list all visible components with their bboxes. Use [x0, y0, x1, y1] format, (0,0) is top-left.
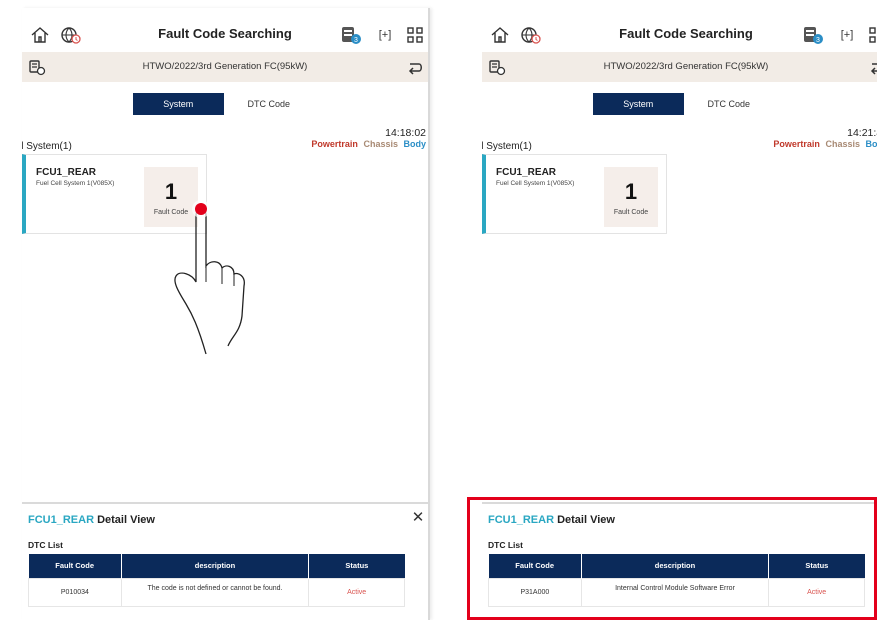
legend-body[interactable]: Body [866, 139, 877, 149]
expand-icon[interactable]: [+] [838, 26, 856, 44]
category-legend: Powertrain Chassis Body [311, 139, 426, 149]
database-icon[interactable]: 3 [802, 25, 824, 45]
column-header-status: Status [308, 554, 405, 578]
column-header-description: description [581, 554, 770, 578]
grid-menu-icon[interactable] [868, 26, 877, 44]
legend-body[interactable]: Body [404, 139, 427, 149]
detail-title-text: Detail View [97, 514, 155, 526]
return-icon[interactable] [868, 58, 877, 76]
return-icon[interactable] [406, 58, 424, 76]
system-count-label: ll System(1) [482, 141, 532, 152]
column-header-fault-code: Fault Code [28, 554, 122, 578]
fault-code-count: 1 [624, 179, 638, 204]
tab-system[interactable]: System [133, 93, 224, 115]
legend-chassis[interactable]: Chassis [825, 139, 860, 149]
status-cell: Active [308, 577, 405, 607]
detail-title: FCU1_REAR Detail View [28, 514, 155, 526]
tab-system[interactable]: System [593, 93, 684, 115]
system-name: FCU1_REAR [36, 167, 97, 178]
tap-hand-icon [174, 200, 245, 355]
system-count-label: ll System(1) [22, 141, 72, 152]
system-card[interactable]: FCU1_REAR Fuel Cell System 1(V085X) 1 Fa… [482, 154, 667, 234]
detail-ecu-name: FCU1_REAR [488, 514, 555, 526]
tab-dtc-code[interactable]: DTC Code [683, 93, 774, 115]
vehicle-info-bar: HTWO/2022/3rd Generation FC(95kW) [22, 52, 428, 82]
legend-chassis[interactable]: Chassis [363, 139, 398, 149]
page-title: Fault Code Searching [158, 26, 292, 41]
timestamp: 14:21:44 [847, 127, 877, 139]
vehicle-label: HTWO/2022/3rd Generation FC(95kW) [142, 61, 308, 72]
fault-code-count-button[interactable]: 1 Fault Code [604, 167, 658, 227]
svg-text:3: 3 [354, 37, 358, 44]
detail-view-panel: FCU1_REAR Detail View ✕ DTC List Fault C… [482, 502, 877, 620]
system-description: Fuel Cell System 1(V085X) [496, 180, 575, 187]
vehicle-label: HTWO/2022/3rd Generation FC(95kW) [603, 61, 769, 72]
category-legend: Powertrain Chassis Body [773, 139, 877, 149]
tab-dtc-code[interactable]: DTC Code [223, 93, 314, 115]
right-screen-panel: Fault Code Searching 3 [+] HTWO/2022/3rd… [482, 8, 877, 620]
top-bar: Fault Code Searching 3 [+] [22, 20, 428, 50]
database-icon[interactable]: 3 [340, 25, 362, 45]
top-bar: Fault Code Searching 3 [+] [482, 20, 877, 50]
dtc-list-label: DTC List [488, 540, 523, 550]
fault-code-cell: P010034 [28, 577, 122, 607]
close-icon[interactable]: ✕ [410, 510, 426, 526]
description-cell: The code is not defined or cannot be fou… [120, 577, 310, 607]
detail-ecu-name: FCU1_REAR [28, 514, 95, 526]
fault-code-count-label: Fault Code [613, 209, 649, 216]
dtc-table-header: Fault Code description Status [28, 554, 405, 578]
dtc-table: Fault Code description Status P010034 Th… [28, 554, 405, 607]
table-row[interactable]: P31A000 Internal Control Module Software… [488, 577, 865, 607]
table-row[interactable]: P010034 The code is not defined or canno… [28, 577, 405, 607]
close-icon[interactable]: ✕ [872, 510, 877, 526]
timestamp: 14:18:02 [385, 127, 426, 139]
dtc-table: Fault Code description Status P31A000 In… [488, 554, 865, 607]
column-header-fault-code: Fault Code [488, 554, 582, 578]
legend-powertrain[interactable]: Powertrain [311, 139, 358, 149]
view-tabs: System DTC Code [133, 93, 314, 115]
system-name: FCU1_REAR [496, 167, 557, 178]
column-header-status: Status [768, 554, 865, 578]
dtc-list-label: DTC List [28, 540, 63, 550]
view-tabs: System DTC Code [593, 93, 774, 115]
grid-menu-icon[interactable] [406, 26, 424, 44]
detail-view-panel: FCU1_REAR Detail View ✕ DTC List Fault C… [22, 502, 428, 620]
fault-code-cell: P31A000 [488, 577, 582, 607]
system-description: Fuel Cell System 1(V085X) [36, 180, 115, 187]
expand-icon[interactable]: [+] [376, 26, 394, 44]
legend-powertrain[interactable]: Powertrain [773, 139, 820, 149]
column-header-description: description [121, 554, 310, 578]
svg-text:3: 3 [816, 37, 820, 44]
description-cell: Internal Control Module Software Error [580, 577, 770, 607]
detail-title: FCU1_REAR Detail View [488, 514, 615, 526]
left-screen-panel: Fault Code Searching 3 [+] HTWO/2022/3rd… [22, 8, 430, 620]
vehicle-info-bar: HTWO/2022/3rd Generation FC(95kW) [482, 52, 877, 82]
dtc-table-header: Fault Code description Status [488, 554, 865, 578]
status-cell: Active [768, 577, 865, 607]
detail-title-text: Detail View [557, 514, 615, 526]
